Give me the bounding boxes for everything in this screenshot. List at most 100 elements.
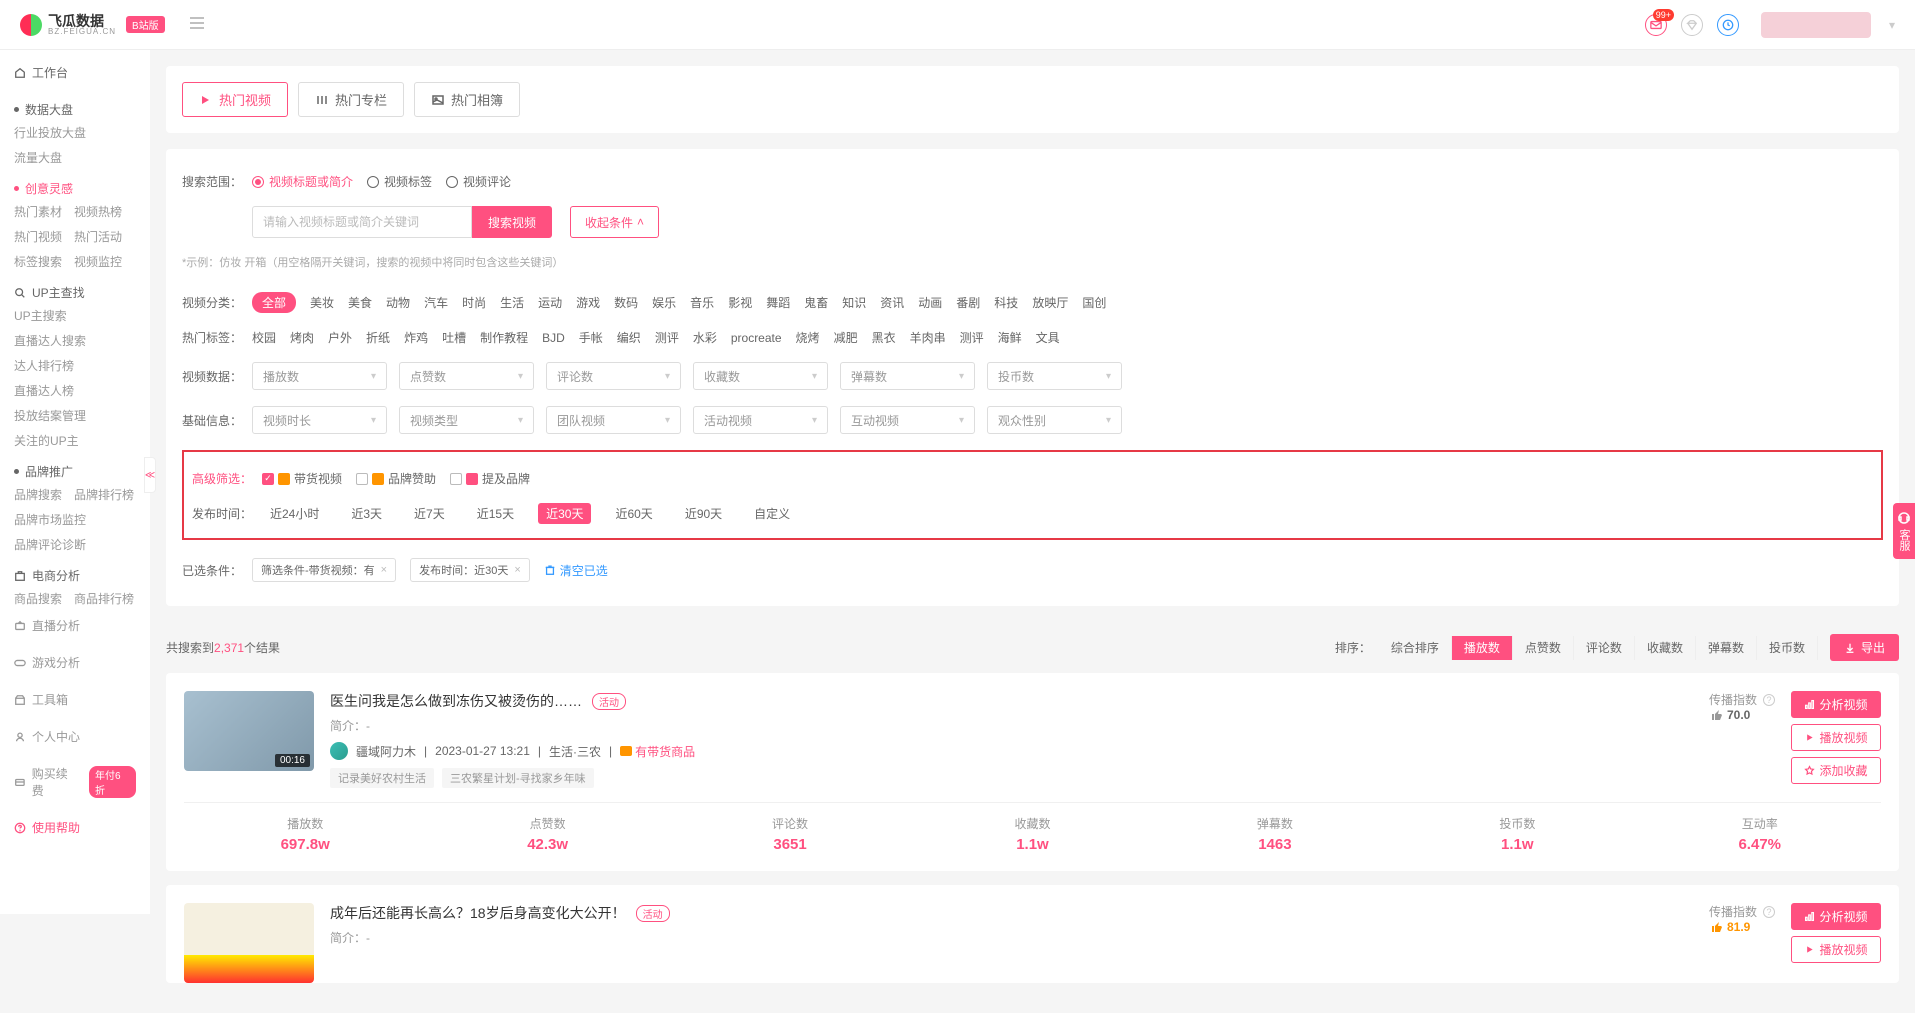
sidebar-buy[interactable]: 购买续费 年付6折: [0, 755, 150, 809]
collapse-conditions-button[interactable]: 收起条件˄: [570, 206, 659, 238]
category-item[interactable]: 运动: [538, 294, 562, 311]
time-option[interactable]: 近24小时: [262, 503, 327, 524]
category-item[interactable]: 影视: [728, 294, 752, 311]
category-item[interactable]: 娱乐: [652, 294, 676, 311]
tag-item[interactable]: 烧烤: [796, 329, 820, 346]
tag-item[interactable]: 户外: [328, 329, 352, 346]
tab-hot-column[interactable]: 热门专栏: [298, 82, 404, 117]
sidebar-link[interactable]: 标签搜索: [14, 253, 62, 270]
sidebar-link[interactable]: 品牌评论诊断: [14, 536, 86, 553]
time-option[interactable]: 近15天: [469, 503, 522, 524]
category-item[interactable]: 动物: [386, 294, 410, 311]
scope-opt-0[interactable]: 视频标题或简介: [252, 173, 353, 190]
sidebar-link[interactable]: 直播达人榜: [14, 382, 74, 399]
sort-option[interactable]: 综合排序: [1379, 636, 1452, 660]
tag-item[interactable]: 海鲜: [998, 329, 1022, 346]
tab-hot-video[interactable]: 热门视频: [182, 82, 288, 117]
tag-item[interactable]: 手帐: [579, 329, 603, 346]
sort-option[interactable]: 投币数: [1757, 636, 1818, 660]
play-button[interactable]: 播放视频: [1791, 724, 1881, 751]
time-option[interactable]: 近7天: [406, 503, 453, 524]
category-item[interactable]: 科技: [994, 294, 1018, 311]
select[interactable]: 点赞数▾: [399, 362, 534, 390]
sidebar-link[interactable]: 直播达人搜索: [14, 332, 86, 349]
tag-item[interactable]: 烤肉: [290, 329, 314, 346]
tag-item[interactable]: 羊肉串: [910, 329, 946, 346]
search-input[interactable]: [252, 206, 472, 238]
adv-opt-2[interactable]: 提及品牌: [450, 470, 530, 487]
sidebar-link[interactable]: 达人排行榜: [14, 357, 74, 374]
select[interactable]: 团队视频▾: [546, 406, 681, 434]
sidebar-link[interactable]: 商品搜索: [14, 590, 62, 607]
tag-item[interactable]: 文具: [1036, 329, 1060, 346]
clear-selected[interactable]: 清空已选: [544, 562, 608, 579]
info-icon[interactable]: ?: [1763, 906, 1775, 918]
sidebar-creative-title[interactable]: 创意灵感: [0, 166, 150, 203]
sidebar-link[interactable]: 行业投放大盘: [14, 124, 86, 141]
select[interactable]: 视频类型▾: [399, 406, 534, 434]
tag-item[interactable]: 折纸: [366, 329, 390, 346]
sort-option[interactable]: 收藏数: [1635, 636, 1696, 660]
video-title[interactable]: 医生问我是怎么做到冻伤又被烫伤的……: [330, 691, 582, 711]
category-item[interactable]: 知识: [842, 294, 866, 311]
logo[interactable]: 飞瓜数据 BZ.FEIGUA.CN B站版: [20, 14, 165, 36]
sidebar-link[interactable]: 投放结案管理: [14, 407, 86, 424]
export-button[interactable]: 导出: [1830, 634, 1899, 661]
sidebar-link[interactable]: 视频监控: [74, 253, 122, 270]
category-item[interactable]: 资讯: [880, 294, 904, 311]
sidebar-link[interactable]: 品牌搜索: [14, 486, 62, 503]
play-button[interactable]: 播放视频: [1791, 936, 1881, 963]
sidebar-link[interactable]: 品牌排行榜: [74, 486, 134, 503]
user-avatar[interactable]: [1761, 12, 1871, 38]
sidebar-link[interactable]: 商品排行榜: [74, 590, 134, 607]
tag-item[interactable]: 编织: [617, 329, 641, 346]
sort-option[interactable]: 播放数: [1452, 636, 1513, 660]
clock-icon[interactable]: [1717, 14, 1739, 36]
close-icon[interactable]: ×: [381, 564, 387, 576]
favorite-button[interactable]: 添加收藏: [1791, 757, 1881, 784]
adv-opt-0[interactable]: 带货视频: [262, 470, 342, 487]
select[interactable]: 观众性别▾: [987, 406, 1122, 434]
video-thumbnail[interactable]: 00:16: [184, 691, 314, 771]
sidebar-upmaster-title[interactable]: UP主查找: [0, 270, 150, 307]
collapse-sidebar-icon[interactable]: ≪: [144, 457, 156, 493]
category-item[interactable]: 生活: [500, 294, 524, 311]
select[interactable]: 互动视频▾: [840, 406, 975, 434]
select[interactable]: 投币数▾: [987, 362, 1122, 390]
category-item[interactable]: 鬼畜: [804, 294, 828, 311]
sidebar-dashboard-title[interactable]: 数据大盘: [0, 87, 150, 124]
tag-item[interactable]: procreate: [731, 331, 782, 345]
tag-item[interactable]: 炸鸡: [404, 329, 428, 346]
tag-item[interactable]: BJD: [542, 331, 565, 345]
tag-item[interactable]: 测评: [655, 329, 679, 346]
category-item[interactable]: 音乐: [690, 294, 714, 311]
sidebar-game[interactable]: 游戏分析: [0, 644, 150, 681]
video-title[interactable]: 成年后还能再长高么？18岁后身高变化大公开！: [330, 903, 626, 923]
sort-option[interactable]: 点赞数: [1513, 636, 1574, 660]
time-option[interactable]: 近3天: [343, 503, 390, 524]
info-icon[interactable]: ?: [1763, 694, 1775, 706]
scope-opt-2[interactable]: 视频评论: [446, 173, 511, 190]
sidebar-link[interactable]: 热门活动: [74, 228, 122, 245]
sidebar-link[interactable]: UP主搜索: [14, 307, 67, 324]
select[interactable]: 弹幕数▾: [840, 362, 975, 390]
diamond-icon[interactable]: [1681, 14, 1703, 36]
category-item[interactable]: 番剧: [956, 294, 980, 311]
category-item[interactable]: 美妆: [310, 294, 334, 311]
chevron-down-icon[interactable]: ▾: [1889, 18, 1895, 32]
time-option[interactable]: 近90天: [677, 503, 730, 524]
category-item[interactable]: 游戏: [576, 294, 600, 311]
sidebar-brand-title[interactable]: 品牌推广: [0, 449, 150, 486]
adv-opt-1[interactable]: 品牌赞助: [356, 470, 436, 487]
tab-hot-album[interactable]: 热门相簿: [414, 82, 520, 117]
author-avatar[interactable]: [330, 742, 348, 760]
search-button[interactable]: 搜索视频: [472, 206, 552, 238]
video-tag[interactable]: 记录美好农村生活: [330, 768, 434, 788]
category-item[interactable]: 时尚: [462, 294, 486, 311]
select[interactable]: 视频时长▾: [252, 406, 387, 434]
sort-option[interactable]: 评论数: [1574, 636, 1635, 660]
category-item[interactable]: 数码: [614, 294, 638, 311]
sidebar-tools[interactable]: 工具箱: [0, 681, 150, 718]
customer-service-float[interactable]: 客服: [1893, 503, 1915, 559]
category-item[interactable]: 全部: [252, 292, 296, 313]
